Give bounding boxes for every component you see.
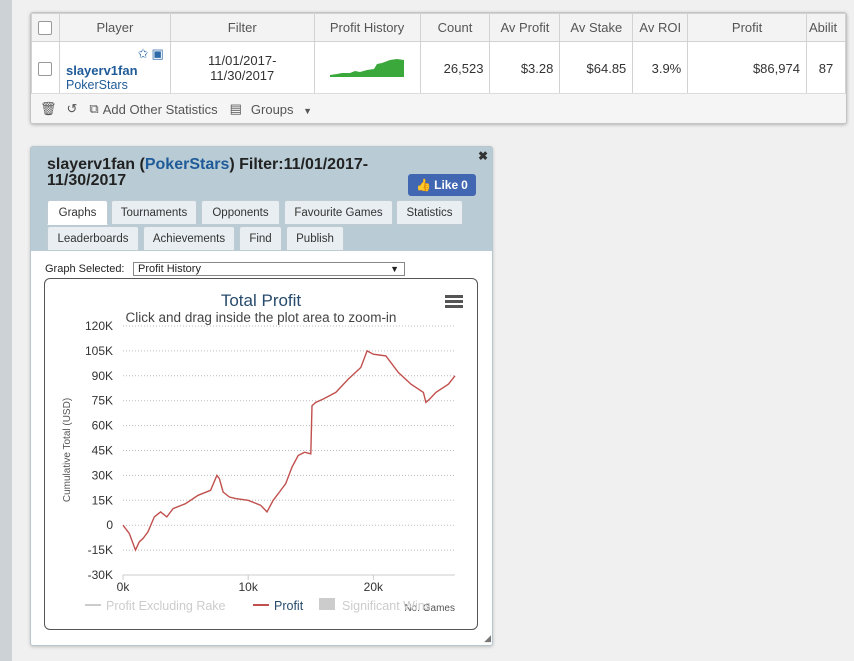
- y-tick-label: 60K: [92, 419, 113, 433]
- close-icon[interactable]: ✖: [478, 149, 488, 163]
- select-all-header: [31, 13, 60, 42]
- col-profit-history[interactable]: Profit History: [313, 13, 421, 42]
- y-tick-label: 0: [106, 518, 113, 532]
- notes-icon[interactable]: ▣: [152, 46, 164, 61]
- av-stake-cell: $64.85: [559, 41, 634, 95]
- groups-button[interactable]: Groups ▼: [245, 102, 312, 117]
- ability-cell: 87: [805, 41, 846, 95]
- col-av-stake[interactable]: Av Stake: [559, 13, 634, 42]
- av-profit-cell: $3.28: [489, 41, 561, 95]
- x-axis-labels: 0k 10k 20k: [117, 575, 384, 594]
- like-label: Like: [434, 178, 459, 192]
- like-count: 0: [461, 178, 468, 192]
- panel-title: slayerv1fan (PokerStars) Filter:11/01/20…: [47, 156, 369, 189]
- player-icons: ✩ ▣: [138, 46, 164, 62]
- chart-title: Total Profit: [221, 291, 302, 310]
- av-roi-cell: 3.9%: [632, 41, 689, 95]
- chart-subtitle: Click and drag inside the plot area to z…: [126, 310, 397, 325]
- groups-icon: ▤: [229, 101, 242, 116]
- tab-opponents[interactable]: Opponents: [201, 200, 280, 225]
- col-count[interactable]: Count: [419, 13, 491, 42]
- stats-footer: 🗑 ↺ ⧉ Add Other Statistics ▤ Groups ▼: [31, 93, 846, 123]
- player-site-link[interactable]: PokerStars: [66, 78, 164, 92]
- stats-table: Player Filter Profit History Count Av Pr…: [31, 13, 846, 95]
- chart-grid: [123, 325, 455, 576]
- facebook-like-button[interactable]: 👍 Like 0: [408, 174, 476, 196]
- legend-item-profit[interactable]: Profit: [253, 599, 304, 613]
- tab-achievements[interactable]: Achievements: [143, 226, 235, 251]
- row-select-cell: [31, 41, 60, 95]
- legend-label: Significant Wins: [342, 599, 431, 613]
- x-tick-label: 20k: [364, 580, 384, 594]
- legend: Profit Excluding Rake Profit Significant…: [85, 598, 431, 613]
- star-icon[interactable]: ✩: [138, 46, 149, 61]
- x-tick-label: 10k: [238, 580, 258, 594]
- legend-label: Profit Excluding Rake: [106, 599, 226, 613]
- resize-handle-icon[interactable]: ◢: [484, 633, 491, 644]
- chart-menu-icon[interactable]: [445, 295, 463, 308]
- stats-table-panel: Player Filter Profit History Count Av Pr…: [30, 12, 847, 124]
- x-tick-label: 0k: [117, 580, 131, 594]
- col-filter[interactable]: Filter: [169, 13, 315, 42]
- player-cell: ✩ ▣ slayerv1fan PokerStars: [58, 41, 171, 95]
- tab-graphs[interactable]: Graphs: [47, 200, 108, 225]
- profit-chart[interactable]: Total Profit Click and drag inside the p…: [45, 279, 477, 629]
- player-name-link[interactable]: slayerv1fan: [66, 63, 164, 78]
- profit-sparkline[interactable]: [322, 52, 412, 82]
- chart-container: Total Profit Click and drag inside the p…: [44, 278, 478, 630]
- tab-publish[interactable]: Publish: [286, 226, 344, 251]
- col-player[interactable]: Player: [58, 13, 171, 42]
- col-av-profit[interactable]: Av Profit: [489, 13, 561, 42]
- legend-item-profit-excluding-rake[interactable]: Profit Excluding Rake: [85, 599, 226, 613]
- col-ability[interactable]: Abilit: [805, 13, 846, 42]
- count-cell: 26,523: [419, 41, 491, 95]
- refresh-icon[interactable]: ↺: [67, 101, 78, 117]
- trash-icon[interactable]: 🗑: [40, 101, 57, 117]
- title-filter-label: Filter:: [239, 156, 284, 173]
- table-row: ✩ ▣ slayerv1fan PokerStars 11/01/2017-11/…: [31, 41, 846, 95]
- caret-down-icon: ▼: [303, 105, 313, 116]
- tab-leaderboards[interactable]: Leaderboards: [47, 226, 139, 251]
- y-tick-label: 15K: [92, 493, 113, 507]
- y-tick-label: -30K: [88, 568, 113, 582]
- tab-tournaments[interactable]: Tournaments: [111, 200, 197, 225]
- y-axis-title: Cumulative Total (USD): [62, 398, 73, 502]
- thumbs-up-icon: 👍: [416, 178, 432, 192]
- y-tick-label: -15K: [88, 543, 113, 557]
- y-tick-label: 120K: [85, 319, 113, 333]
- legend-item-significant-wins[interactable]: Significant Wins: [319, 598, 431, 613]
- col-av-roi[interactable]: Av ROI: [632, 13, 689, 42]
- add-stats-icon: ⧉: [89, 101, 99, 116]
- dropdown-arrow-icon: ▼: [390, 264, 399, 274]
- profit-history-cell[interactable]: [313, 41, 421, 95]
- stats-header-row: Player Filter Profit History Count Av Pr…: [31, 13, 846, 42]
- left-edge-bar: [0, 0, 12, 661]
- add-other-statistics-button[interactable]: Add Other Statistics: [103, 102, 218, 117]
- tab-favourite-games[interactable]: Favourite Games: [284, 200, 393, 225]
- graph-panel: slayerv1fan (PokerStars) Filter:11/01/20…: [30, 146, 493, 646]
- y-tick-label: 30K: [92, 468, 113, 482]
- groups-label: Groups: [250, 101, 294, 117]
- tab-statistics[interactable]: Statistics: [396, 200, 463, 225]
- profit-cell: $86,974: [687, 41, 807, 95]
- title-site-link[interactable]: PokerStars: [145, 156, 230, 173]
- y-tick-label: 90K: [92, 369, 113, 383]
- legend-label: Profit: [274, 599, 304, 613]
- col-profit[interactable]: Profit: [687, 13, 807, 42]
- y-tick-label: 45K: [92, 444, 113, 458]
- select-all-checkbox[interactable]: [38, 21, 53, 36]
- y-tick-label: 105K: [85, 344, 113, 358]
- title-player: slayerv1fan: [47, 156, 136, 173]
- tab-find[interactable]: Find: [239, 226, 282, 251]
- y-axis-labels: -30K -15K 0 15K 30K 45K 60K 75K 90K 105K 120K: [85, 319, 113, 582]
- y-tick-label: 75K: [92, 394, 113, 408]
- graph-selected-label: Graph Selected:: [45, 263, 125, 275]
- graph-select-value: Profit History: [138, 263, 201, 275]
- graph-select-dropdown[interactable]: Profit History ▼: [133, 262, 405, 276]
- filter-cell: 11/01/2017-11/30/2017: [169, 41, 315, 95]
- row-checkbox[interactable]: [38, 61, 53, 76]
